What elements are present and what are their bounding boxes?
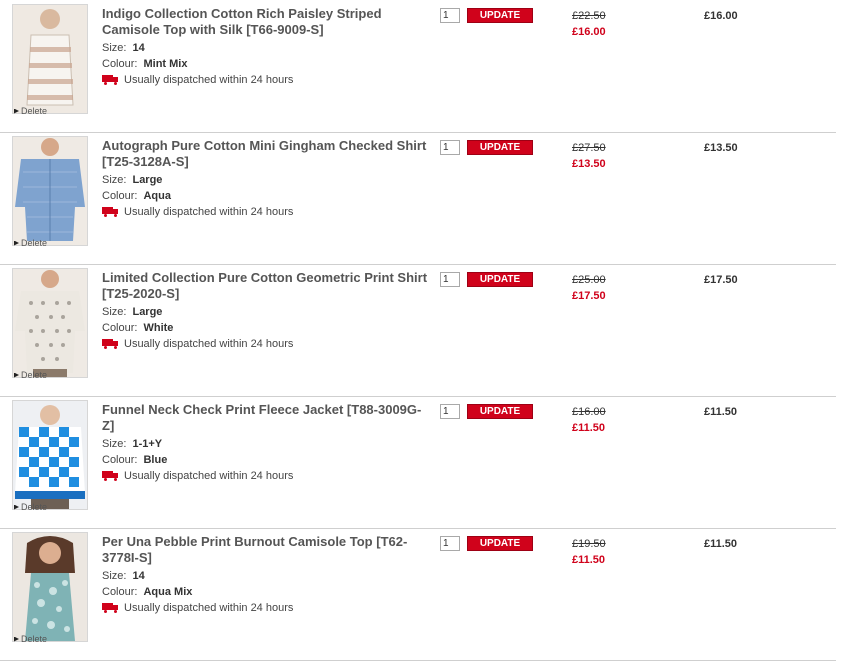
update-button[interactable]: UPDATE: [467, 404, 533, 419]
size-attribute: Size: Large: [102, 174, 163, 186]
delete-link[interactable]: Delete: [14, 106, 47, 116]
dispatch-info: Usually dispatched within 24 hours: [102, 338, 293, 350]
dispatch-info: Usually dispatched within 24 hours: [102, 470, 293, 482]
product-title[interactable]: Limited Collection Pure Cotton Geometric…: [102, 270, 432, 302]
dispatch-info: Usually dispatched within 24 hours: [102, 602, 293, 614]
was-price: £25.00: [572, 274, 606, 286]
quantity-input[interactable]: [440, 536, 460, 551]
line-total: £11.50: [704, 538, 738, 550]
delete-link[interactable]: Delete: [14, 238, 47, 248]
colour-attribute: Colour: Blue: [102, 454, 168, 466]
product-image[interactable]: [12, 400, 88, 510]
line-total: £16.00: [704, 10, 738, 22]
now-price: £11.50: [572, 422, 606, 434]
product-image[interactable]: [12, 532, 88, 642]
was-price: £19.50: [572, 538, 606, 550]
quantity-input[interactable]: [440, 140, 460, 155]
quantity-input[interactable]: [440, 8, 460, 23]
was-price: £16.00: [572, 406, 606, 418]
dispatch-info: Usually dispatched within 24 hours: [102, 206, 293, 218]
quantity-input[interactable]: [440, 272, 460, 287]
camisole-top-icon: [13, 533, 87, 641]
arrow-icon: [14, 108, 19, 114]
line-total: £13.50: [704, 142, 738, 154]
colour-attribute: Colour: Mint Mix: [102, 58, 188, 70]
size-attribute: Size: 14: [102, 570, 145, 582]
product-title[interactable]: Funnel Neck Check Print Fleece Jacket [T…: [102, 402, 432, 434]
jacket-icon: [13, 401, 87, 509]
update-button[interactable]: UPDATE: [467, 272, 533, 287]
delete-link[interactable]: Delete: [14, 370, 47, 380]
now-price: £11.50: [572, 554, 606, 566]
update-button[interactable]: UPDATE: [467, 536, 533, 551]
quantity-input[interactable]: [440, 404, 460, 419]
delivery-van-icon: [102, 207, 119, 217]
update-button[interactable]: UPDATE: [467, 8, 533, 23]
arrow-icon: [14, 504, 19, 510]
basket-item: Delete Limited Collection Pure Cotton Ge…: [0, 264, 836, 397]
basket-item: Delete Indigo Collection Cotton Rich Pai…: [0, 0, 836, 133]
colour-attribute: Colour: Aqua: [102, 190, 171, 202]
colour-attribute: Colour: Aqua Mix: [102, 586, 193, 598]
size-attribute: Size: 14: [102, 42, 145, 54]
product-title[interactable]: Indigo Collection Cotton Rich Paisley St…: [102, 6, 432, 38]
product-image[interactable]: [12, 268, 88, 378]
arrow-icon: [14, 636, 19, 642]
delivery-van-icon: [102, 471, 119, 481]
product-image[interactable]: [12, 4, 88, 114]
delivery-van-icon: [102, 603, 119, 613]
size-attribute: Size: Large: [102, 306, 163, 318]
basket-item: Delete Per Una Pebble Print Burnout Cami…: [0, 528, 836, 661]
product-title[interactable]: Autograph Pure Cotton Mini Gingham Check…: [102, 138, 432, 170]
now-price: £13.50: [572, 158, 606, 170]
was-price: £27.50: [572, 142, 606, 154]
delivery-van-icon: [102, 75, 119, 85]
product-title[interactable]: Per Una Pebble Print Burnout Camisole To…: [102, 534, 432, 566]
delete-link[interactable]: Delete: [14, 502, 47, 512]
now-price: £17.50: [572, 290, 606, 302]
arrow-icon: [14, 240, 19, 246]
product-image[interactable]: [12, 136, 88, 246]
update-button[interactable]: UPDATE: [467, 140, 533, 155]
delete-link[interactable]: Delete: [14, 634, 47, 644]
size-attribute: Size: 1-1+Y: [102, 438, 163, 450]
was-price: £22.50: [572, 10, 606, 22]
line-total: £17.50: [704, 274, 738, 286]
colour-attribute: Colour: White: [102, 322, 174, 334]
dispatch-info: Usually dispatched within 24 hours: [102, 74, 293, 86]
arrow-icon: [14, 372, 19, 378]
camisole-top-icon: [13, 5, 87, 113]
delivery-van-icon: [102, 339, 119, 349]
shirt-icon: [13, 137, 87, 245]
basket-item: Delete Funnel Neck Check Print Fleece Ja…: [0, 396, 836, 529]
basket-item: Delete Autograph Pure Cotton Mini Gingha…: [0, 132, 836, 265]
line-total: £11.50: [704, 406, 738, 418]
shirt-icon: [13, 269, 87, 377]
now-price: £16.00: [572, 26, 606, 38]
